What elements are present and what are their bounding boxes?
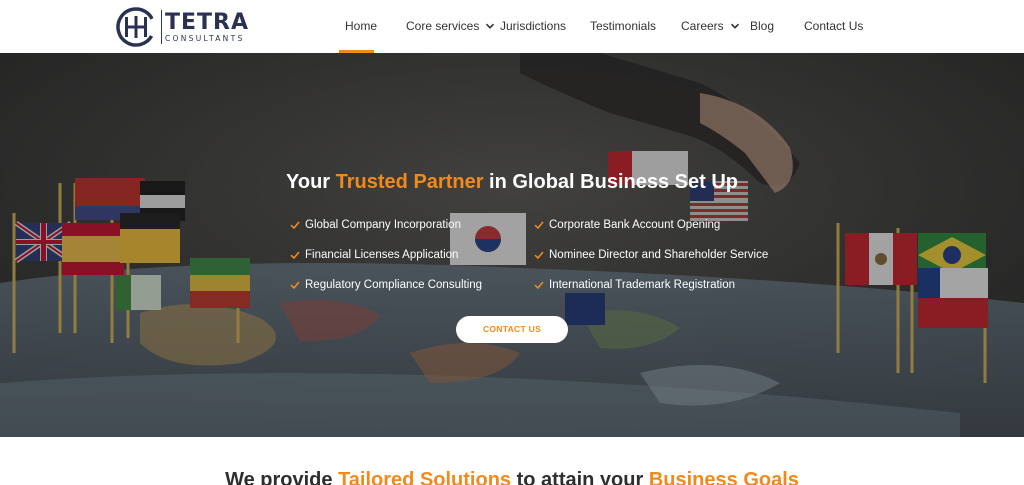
check-icon [534, 281, 544, 290]
feature-label: Corporate Bank Account Opening [549, 219, 721, 231]
hero-title-post: in Global Business Set Up [483, 171, 738, 193]
nav-careers-label: Careers [681, 19, 724, 33]
feature-item: Global Company Incorporation [290, 219, 461, 231]
check-icon [290, 281, 300, 290]
hero-title-pre: Your [286, 171, 336, 193]
logo-tagline: CONSULTANTS [165, 33, 245, 43]
contact-us-button[interactable]: CONTACT US [456, 316, 568, 343]
feature-label: Global Company Incorporation [305, 219, 461, 231]
site-header: TETRA CONSULTANTS Home Core services Jur… [0, 0, 1024, 53]
nav-blog[interactable]: Blog [750, 19, 774, 33]
hero-dark-overlay [0, 53, 1024, 437]
feature-label: Nominee Director and Shareholder Service [549, 249, 769, 261]
section-title-highlight-2: Business Goals [648, 469, 799, 485]
logo-title: TETRA [165, 9, 250, 35]
brand-logo[interactable]: TETRA CONSULTANTS [115, 6, 249, 48]
logo-divider [161, 10, 162, 44]
nav-testimonials[interactable]: Testimonials [590, 19, 656, 33]
check-icon [290, 221, 300, 230]
logo-wordmark: TETRA CONSULTANTS [165, 9, 250, 43]
nav-core-services[interactable]: Core services [406, 19, 495, 33]
feature-item: Financial Licenses Application [290, 249, 458, 261]
nav-contact-us[interactable]: Contact Us [804, 19, 863, 33]
check-icon [534, 251, 544, 260]
hero-title: Your Trusted Partner in Global Business … [0, 171, 1024, 194]
hero-title-highlight: Trusted Partner [335, 171, 484, 193]
nav-core-services-label: Core services [406, 19, 480, 33]
feature-label: Financial Licenses Application [305, 249, 459, 261]
nav-careers[interactable]: Careers [681, 19, 740, 33]
nav-home-label: Home [345, 19, 378, 33]
hero-banner: Your Trusted Partner in Global Business … [0, 53, 1024, 437]
chevron-down-icon [486, 23, 495, 29]
feature-label: Regulatory Compliance Consulting [305, 279, 483, 291]
nav-blog-label: Blog [750, 19, 775, 33]
nav-home[interactable]: Home [345, 19, 377, 33]
section-title: We provide Tailored Solutions to attain … [0, 469, 1024, 485]
feature-item: Nominee Director and Shareholder Service [534, 249, 768, 261]
feature-item: Corporate Bank Account Opening [534, 219, 720, 231]
section-title-pre: We provide [225, 469, 339, 485]
tetra-logo-icon [116, 7, 156, 47]
nav-jurisdictions[interactable]: Jurisdictions [500, 19, 566, 33]
check-icon [534, 221, 544, 230]
chevron-down-icon [730, 23, 739, 29]
section-title-mid: to attain your [511, 469, 649, 485]
nav-active-indicator [339, 50, 374, 53]
nav-jurisdictions-label: Jurisdictions [500, 19, 567, 33]
nav-contact-us-label: Contact Us [804, 19, 864, 33]
check-icon [290, 251, 300, 260]
feature-item: Regulatory Compliance Consulting [290, 279, 482, 291]
feature-label: International Trademark Registration [549, 279, 736, 291]
feature-item: International Trademark Registration [534, 279, 735, 291]
nav-testimonials-label: Testimonials [590, 19, 657, 33]
section-title-highlight-1: Tailored Solutions [338, 469, 512, 485]
